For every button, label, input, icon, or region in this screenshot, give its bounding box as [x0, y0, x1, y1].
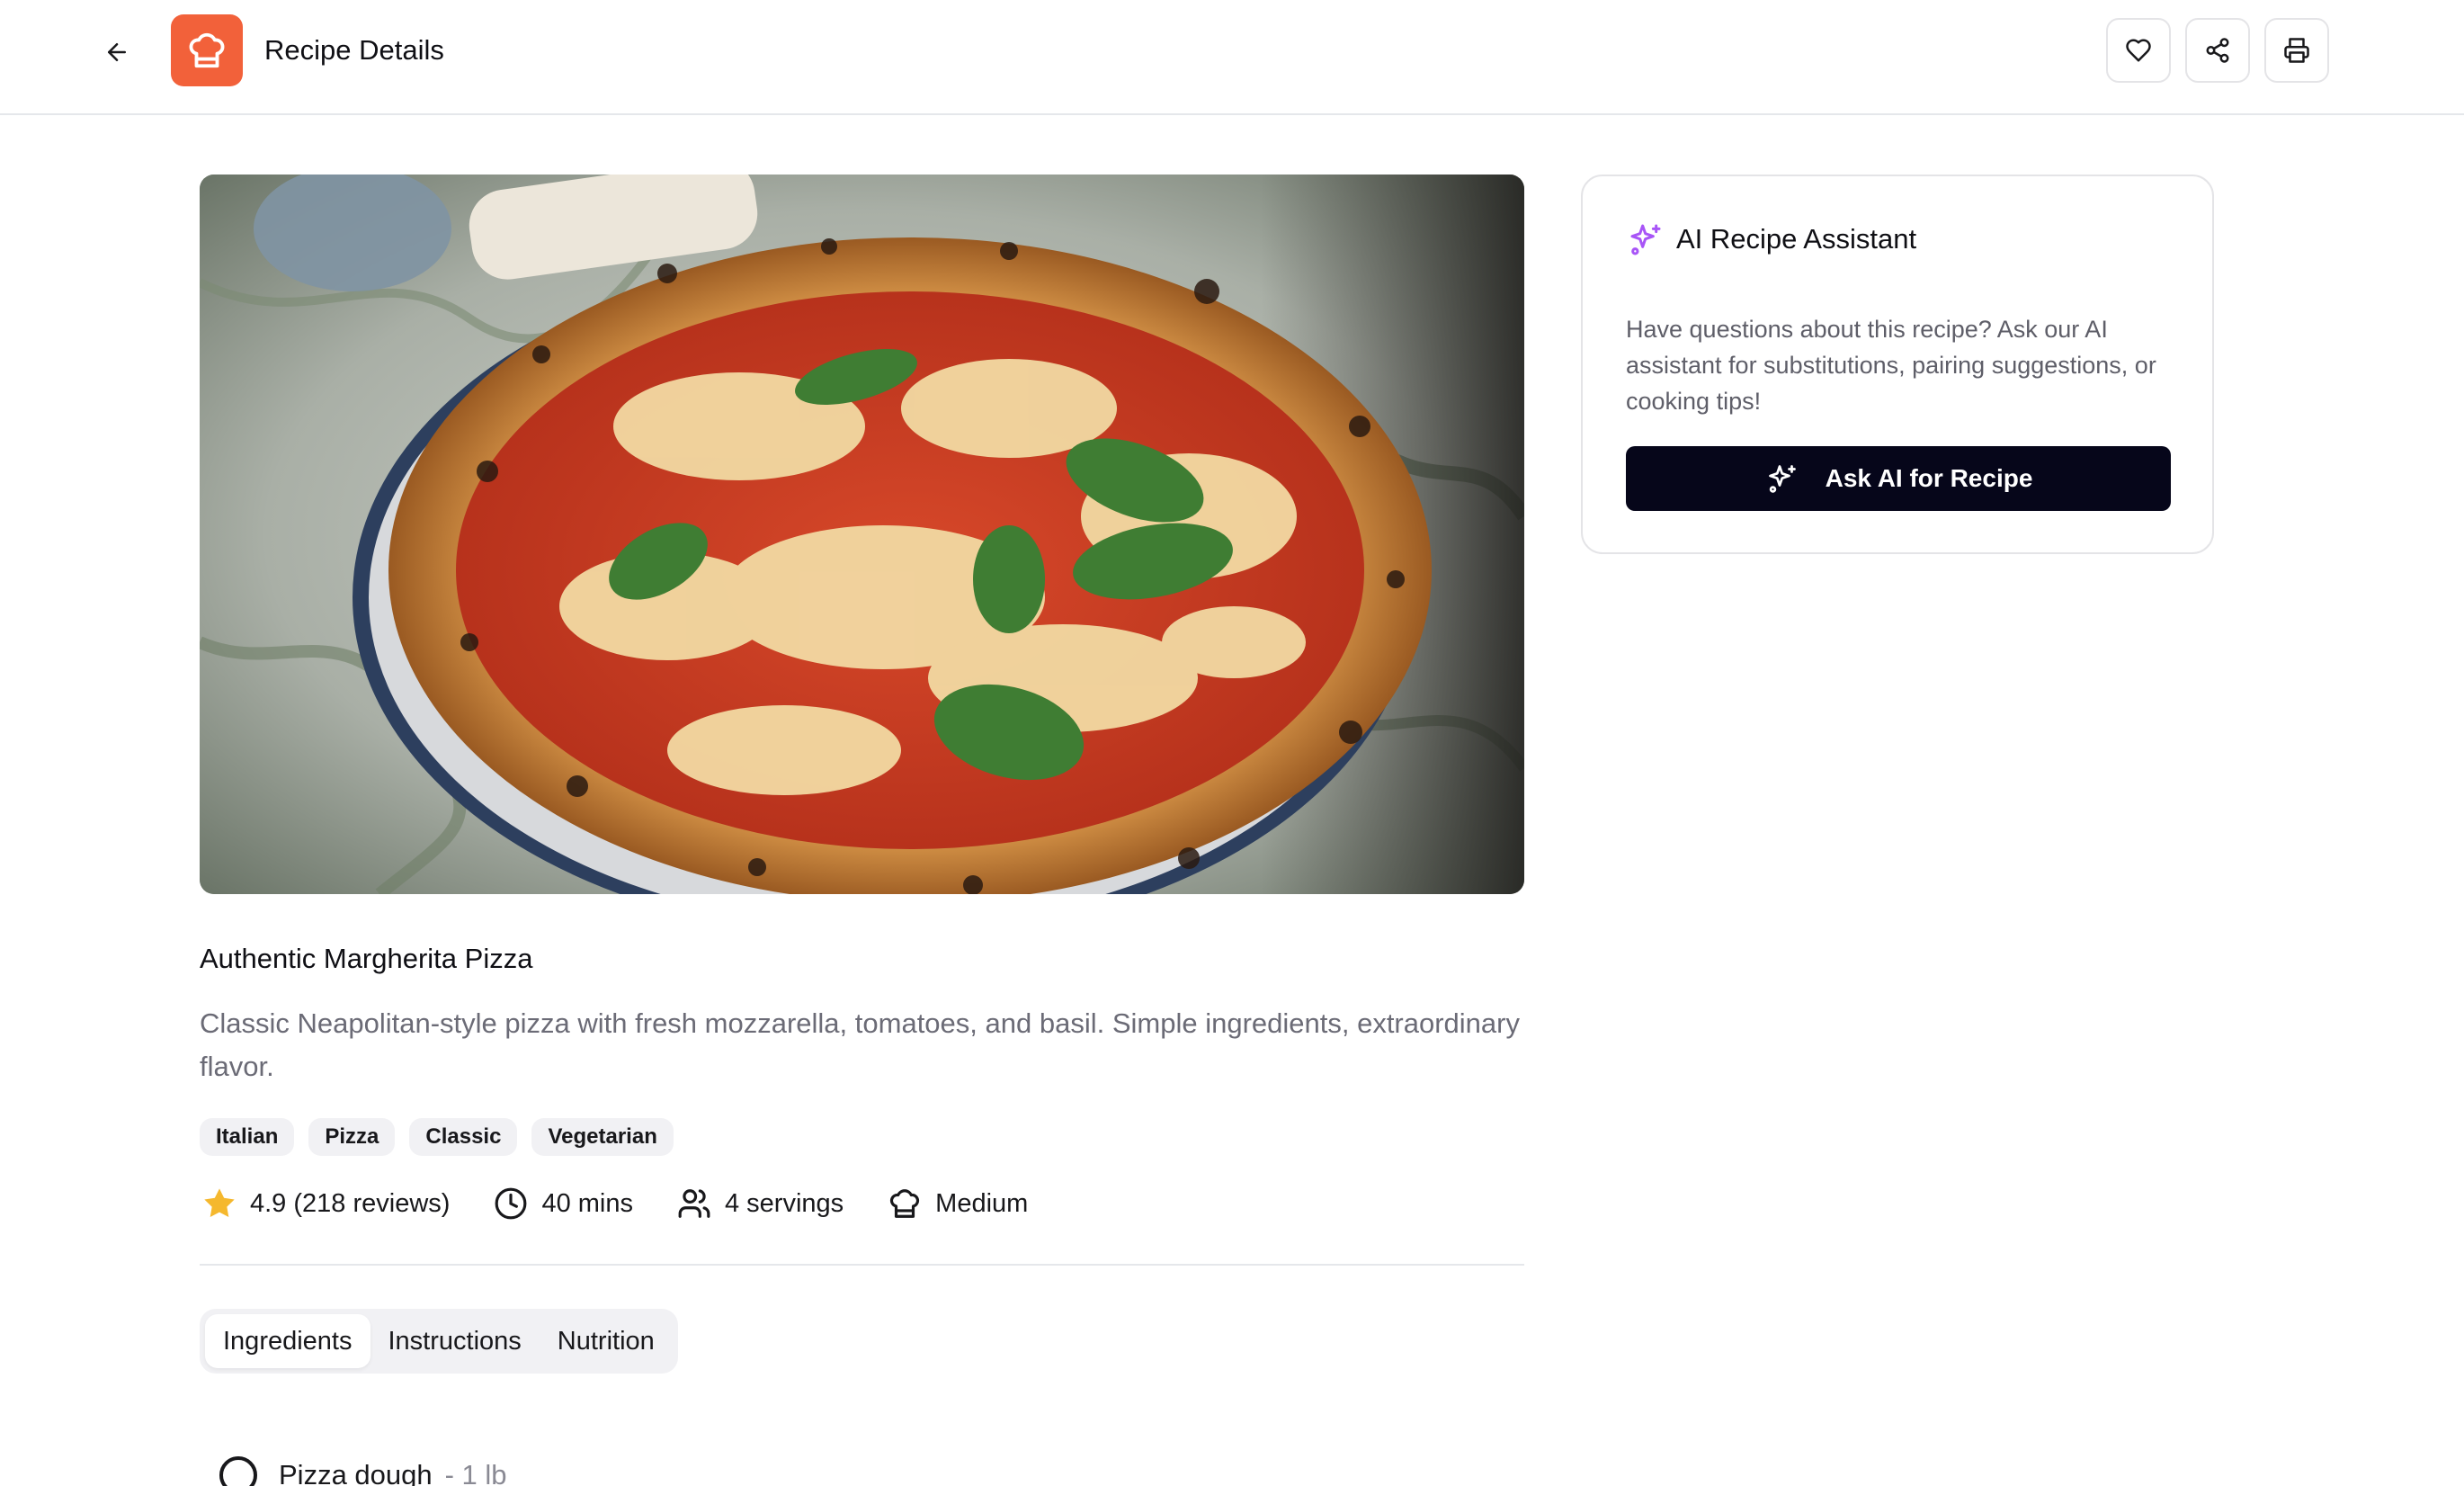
ingredient-quantity: - 1 lb — [444, 1459, 507, 1486]
ai-card-header: AI Recipe Assistant — [1626, 219, 1916, 259]
difficulty-text: Medium — [935, 1189, 1029, 1218]
ingredient-item: Pizza dough - 1 lb — [219, 1455, 507, 1486]
recipe-tabs: Ingredients Instructions Nutrition — [200, 1309, 678, 1374]
recipe-title: Authentic Margherita Pizza — [200, 943, 533, 974]
ai-assistant-card: AI Recipe Assistant Have questions about… — [1581, 175, 2214, 554]
tag: Italian — [200, 1118, 295, 1156]
page-title: Recipe Details — [264, 34, 444, 66]
tab-instructions[interactable]: Instructions — [370, 1314, 540, 1368]
cook-time-text: 40 mins — [541, 1189, 633, 1218]
share-icon — [2206, 38, 2229, 63]
tab-nutrition[interactable]: Nutrition — [540, 1314, 673, 1368]
back-button[interactable] — [97, 32, 137, 72]
clock-icon — [491, 1184, 531, 1223]
printer-icon — [2284, 38, 2309, 63]
users-icon — [674, 1184, 714, 1223]
print-button[interactable] — [2264, 18, 2329, 83]
ask-ai-button-label: Ask AI for Recipe — [1825, 464, 2033, 492]
divider — [200, 1264, 1524, 1266]
ai-card-title: AI Recipe Assistant — [1676, 223, 1917, 255]
servings: 4 servings — [674, 1184, 844, 1223]
arrow-left-icon — [108, 43, 126, 61]
tag: Vegetarian — [531, 1118, 674, 1156]
chef-hat-icon — [189, 32, 225, 68]
ai-card-description: Have questions about this recipe? Ask ou… — [1626, 316, 2156, 415]
sparkles-icon — [1626, 219, 1665, 259]
star-icon — [200, 1184, 239, 1223]
tab-ingredients[interactable]: Ingredients — [205, 1314, 370, 1368]
rating: 4.9 (218 reviews) — [200, 1184, 450, 1223]
tag: Pizza — [308, 1118, 396, 1156]
tag-list: Italian Pizza Classic Vegetarian — [200, 1118, 674, 1156]
favorite-button[interactable] — [2106, 18, 2171, 83]
servings-text: 4 servings — [724, 1189, 844, 1218]
tag: Classic — [409, 1118, 518, 1156]
recipe-image — [200, 175, 1524, 894]
sparkles-icon — [1764, 461, 1800, 497]
ingredient-name: Pizza dough — [279, 1459, 433, 1486]
share-button[interactable] — [2185, 18, 2250, 83]
recipe-meta: 4.9 (218 reviews) 40 mins 4 servings Med… — [200, 1184, 1069, 1223]
top-bar: Recipe Details — [0, 0, 2464, 115]
heart-icon — [2126, 39, 2151, 62]
rating-text: 4.9 (218 reviews) — [250, 1189, 451, 1218]
ingredient-checkbox[interactable] — [219, 1456, 257, 1486]
ask-ai-button[interactable]: Ask AI for Recipe — [1626, 446, 2171, 511]
recipe-description: Classic Neapolitan-style pizza with fres… — [200, 1007, 1520, 1082]
difficulty: Medium — [885, 1184, 1028, 1223]
cook-time: 40 mins — [491, 1184, 633, 1223]
app-logo — [171, 14, 243, 86]
chef-hat-icon — [885, 1184, 924, 1223]
